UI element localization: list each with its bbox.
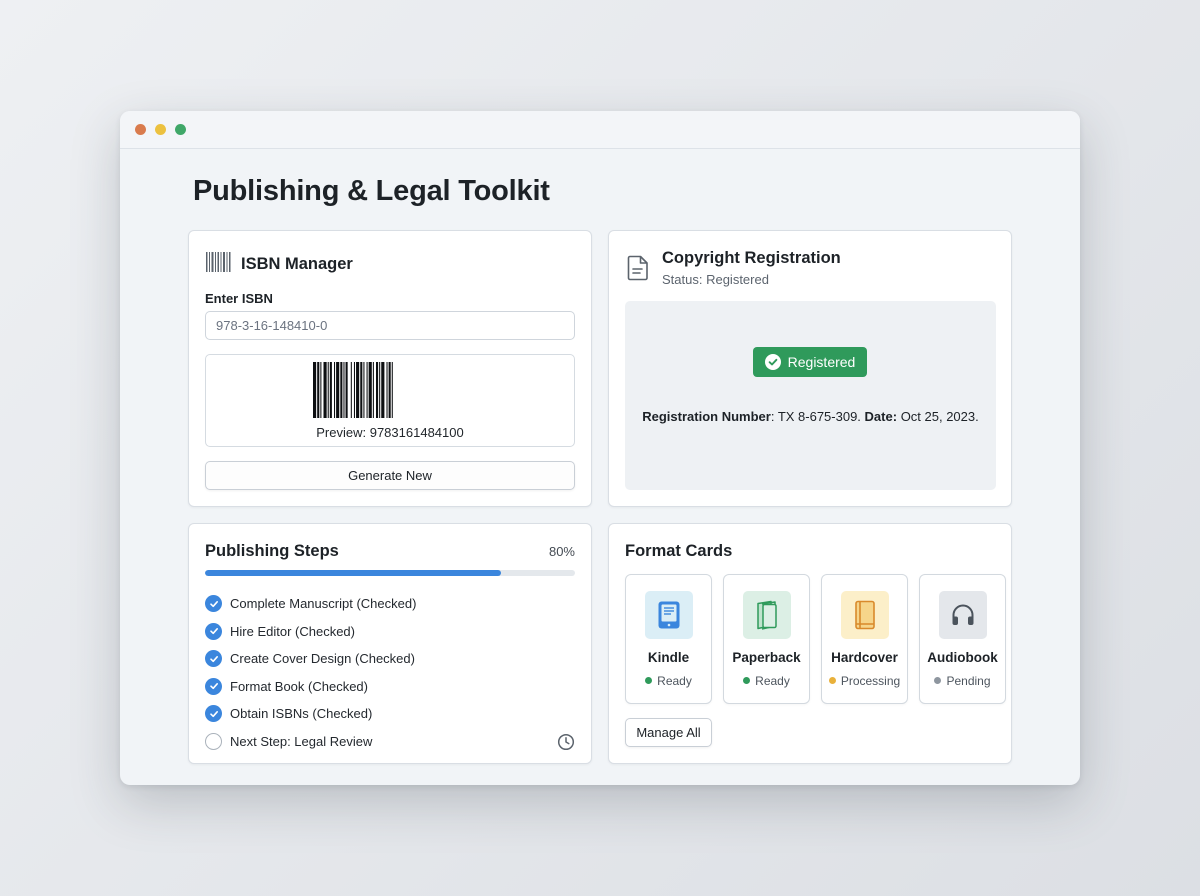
format-cards-title: Format Cards [625, 542, 733, 560]
format-status-label: Processing [840, 674, 901, 688]
format-card-kindle[interactable]: Kindle Ready [625, 574, 712, 704]
status-dot-icon [934, 677, 942, 684]
generate-new-button[interactable]: Generate New [205, 461, 575, 490]
barcode-preview-text: Preview: 9783161484100 [316, 425, 464, 440]
registered-badge-label: Registered [787, 354, 856, 370]
format-status: Ready [626, 674, 711, 688]
manage-all-button[interactable]: Manage All [625, 718, 712, 747]
document-icon [627, 255, 649, 286]
format-card-paperback[interactable]: Paperback Ready [723, 574, 810, 704]
isbn-card-title: ISBN Manager [241, 255, 353, 273]
paperback-icon [743, 591, 791, 639]
check-circle-icon [764, 354, 781, 370]
status-dot-icon [645, 677, 653, 684]
status-dot-icon [828, 677, 836, 684]
isbn-input-label: Enter ISBN [205, 291, 273, 306]
maximize-window-button[interactable] [175, 124, 186, 135]
clock-icon [557, 733, 575, 754]
isbn-manager-card: ISBN Manager Enter ISBN Preview: 9783161… [188, 230, 592, 507]
registration-number-label: Registration Number [642, 409, 771, 424]
isbn-header: ISBN Manager [205, 251, 353, 278]
title-bar [120, 111, 1080, 149]
step-label: Create Cover Design (Checked) [230, 651, 415, 667]
publishing-steps-title: Publishing Steps [205, 542, 339, 560]
step-label: Format Book (Checked) [230, 678, 368, 694]
format-name: Kindle [647, 650, 690, 665]
step-item[interactable]: Next Step: Legal Review [205, 728, 575, 756]
step-item[interactable]: Create Cover Design (Checked) [205, 645, 575, 673]
copyright-registration-card: Copyright Registration Status: Registere… [608, 230, 1012, 507]
step-label: Complete Manuscript (Checked) [230, 596, 417, 612]
format-status: Ready [724, 674, 809, 688]
step-unchecked-icon[interactable] [205, 732, 222, 750]
steps-list: Complete Manuscript (Checked) Hire Editor… [205, 590, 575, 755]
step-item[interactable]: Hire Editor (Checked) [205, 618, 575, 646]
status-dot-icon [743, 677, 751, 684]
progress-percent: 80% [548, 544, 575, 559]
barcode-icon [205, 251, 231, 278]
minimize-window-button[interactable] [155, 124, 166, 135]
format-name: Paperback [732, 650, 801, 665]
registered-badge: Registered [753, 347, 867, 377]
close-window-button[interactable] [135, 124, 146, 135]
app-window: Publishing & Legal Toolkit ISBN Manager … [120, 111, 1080, 785]
step-checked-icon[interactable] [205, 622, 222, 640]
registration-date-label: Date: [864, 409, 898, 424]
format-card-audiobook[interactable]: Audiobook Pending [919, 574, 1006, 704]
step-checked-icon[interactable] [205, 650, 222, 668]
page-title: Publishing & Legal Toolkit [193, 175, 550, 207]
progress-bar [205, 570, 575, 576]
format-status-label: Ready [657, 674, 692, 688]
format-name: Hardcover [831, 650, 898, 665]
registration-details: Registration Number: TX 8-675-309. Date:… [625, 409, 996, 424]
format-status: Processing [822, 674, 907, 688]
step-label: Obtain ISBNs (Checked) [230, 706, 373, 722]
hardcover-icon [841, 591, 889, 639]
step-checked-icon[interactable] [205, 595, 222, 613]
format-status: Pending [920, 674, 1005, 688]
registration-number-value: : TX 8-675-309. [770, 409, 861, 424]
headphones-icon [939, 591, 987, 639]
isbn-input[interactable] [205, 311, 575, 340]
registration-date-value: Oct 25, 2023. [900, 409, 979, 424]
publishing-steps-card: Publishing Steps 80% Complete Manuscript… [188, 523, 592, 764]
format-status-label: Pending [946, 674, 991, 688]
copyright-details-panel: Registered Registration Number: TX 8-675… [625, 301, 996, 490]
step-label: Next Step: Legal Review [230, 733, 373, 749]
step-checked-icon[interactable] [205, 705, 222, 723]
progress-bar-fill [205, 570, 501, 576]
step-item[interactable]: Complete Manuscript (Checked) [205, 590, 575, 618]
format-card-hardcover[interactable]: Hardcover Processing [821, 574, 908, 704]
step-item[interactable]: Format Book (Checked) [205, 673, 575, 701]
barcode-preview-box: Preview: 9783161484100 [205, 354, 575, 447]
format-card-row: Kindle Ready Paperback Ready Hardcover Proces… [625, 574, 1006, 704]
barcode-image [313, 362, 393, 418]
step-checked-icon[interactable] [205, 677, 222, 695]
ereader-icon [645, 591, 693, 639]
step-label: Hire Editor (Checked) [230, 623, 355, 639]
format-name: Audiobook [927, 650, 998, 665]
format-cards-card: Format Cards Kindle Ready Paperback Ready Ha… [608, 523, 1012, 764]
copyright-card-title: Copyright Registration [662, 249, 841, 267]
step-item[interactable]: Obtain ISBNs (Checked) [205, 700, 575, 728]
copyright-status-text: Status: Registered [662, 272, 769, 287]
format-status-label: Ready [755, 674, 790, 688]
